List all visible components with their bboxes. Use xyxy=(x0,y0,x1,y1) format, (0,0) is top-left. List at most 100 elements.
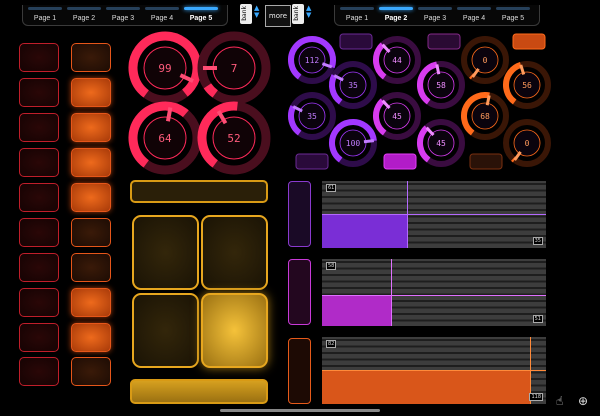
xy-pad-magenta[interactable]: 58 51 xyxy=(322,259,546,326)
orange-pad[interactable] xyxy=(71,253,111,282)
knob-value: 68 xyxy=(480,112,490,121)
red-pad[interactable] xyxy=(19,43,59,72)
xy-cursor-horizontal xyxy=(322,214,546,215)
bank-label: bank xyxy=(241,6,248,21)
tab-left-page-1[interactable]: Page 1 xyxy=(26,5,64,25)
more-button[interactable]: more xyxy=(265,5,291,27)
orange-pad[interactable] xyxy=(71,288,111,317)
tab-label: Page 2 xyxy=(72,15,96,22)
xy-cursor-vertical xyxy=(391,259,392,326)
knob-value: 52 xyxy=(227,132,240,145)
tab-label: Page 4 xyxy=(150,15,174,22)
red-pad[interactable] xyxy=(19,253,59,282)
bank-right-arrows-icon[interactable]: ▲ ▼ xyxy=(306,5,311,19)
red-pad[interactable] xyxy=(19,183,59,212)
knob[interactable]: 64 xyxy=(128,93,210,180)
pointer-hand-icon[interactable]: ☝ xyxy=(556,394,563,408)
xy-bottom-value: 118 xyxy=(529,393,543,401)
knob[interactable]: 45 xyxy=(412,114,471,173)
knob-value: 35 xyxy=(307,112,317,121)
knob-value: 0 xyxy=(525,139,530,148)
yellow-bottom-slider[interactable] xyxy=(130,379,268,404)
red-pad[interactable] xyxy=(19,78,59,107)
xy-pad-orange[interactable]: 82 118 xyxy=(322,337,546,404)
orange-pad[interactable] xyxy=(71,323,111,352)
tab-label: Page 4 xyxy=(462,15,486,22)
knob[interactable]: 45 xyxy=(368,87,427,146)
magenta-vertical-fader[interactable] xyxy=(288,259,311,325)
knob-value: 0 xyxy=(483,56,488,65)
tab-label: Page 3 xyxy=(423,15,447,22)
right-tab-bar: Page 1 Page 2 Page 3 Page 4 Page 5 xyxy=(334,5,540,26)
yellow-pad[interactable] xyxy=(201,215,268,290)
xy-fill xyxy=(322,295,391,326)
yellow-horizontal-slider[interactable] xyxy=(130,180,268,203)
knob[interactable]: 7 xyxy=(189,30,273,113)
tab-right-page-2[interactable]: Page 2 xyxy=(377,5,415,25)
tab-label: Page 1 xyxy=(33,15,57,22)
purple-vertical-fader[interactable] xyxy=(288,181,311,247)
home-indicator xyxy=(220,409,380,412)
bank-right-button[interactable]: bank xyxy=(292,4,304,24)
knob[interactable]: 99 xyxy=(128,30,210,113)
tab-right-page-3[interactable]: Page 3 xyxy=(416,5,454,25)
orange-pad[interactable] xyxy=(71,218,111,247)
xy-cursor-horizontal xyxy=(322,370,546,371)
xy-top-value: 82 xyxy=(326,340,337,348)
bank-label: bank xyxy=(293,6,300,21)
red-pad[interactable] xyxy=(19,357,59,386)
xy-top-value: 58 xyxy=(326,262,337,270)
orange-pad[interactable] xyxy=(71,113,111,142)
knob-value: 7 xyxy=(231,62,238,75)
knob-value: 100 xyxy=(346,139,361,148)
orange-pad[interactable] xyxy=(71,43,111,72)
orange-pad[interactable] xyxy=(71,78,111,107)
knob-value: 99 xyxy=(158,62,171,75)
tab-left-page-2[interactable]: Page 2 xyxy=(65,5,103,25)
red-pad[interactable] xyxy=(19,323,59,352)
tab-left-page-3[interactable]: Page 3 xyxy=(104,5,142,25)
knob-value: 112 xyxy=(305,56,320,65)
yellow-pad[interactable] xyxy=(132,215,199,290)
xy-top-value: 61 xyxy=(326,184,337,192)
left-knob-group: 99 7 64 52 xyxy=(128,30,273,180)
tab-label: Page 5 xyxy=(189,15,213,22)
knob-value: 44 xyxy=(392,56,402,65)
tab-right-page-4[interactable]: Page 4 xyxy=(455,5,493,25)
xy-bottom-value: 35 xyxy=(532,237,543,245)
orange-pad[interactable] xyxy=(71,357,111,386)
red-pad[interactable] xyxy=(19,113,59,142)
tab-label: Page 1 xyxy=(345,15,369,22)
orange-pad[interactable] xyxy=(71,148,111,177)
tab-label: Page 2 xyxy=(384,15,408,22)
tab-right-page-1[interactable]: Page 1 xyxy=(338,5,376,25)
yellow-pad[interactable] xyxy=(132,293,199,368)
tab-left-page-4[interactable]: Page 4 xyxy=(143,5,181,25)
xy-fill xyxy=(322,214,407,248)
tab-label: Page 3 xyxy=(111,15,135,22)
knob-value: 45 xyxy=(436,139,446,148)
knob-value: 35 xyxy=(348,81,358,90)
tab-right-page-5[interactable]: Page 5 xyxy=(494,5,532,25)
orange-vertical-fader[interactable] xyxy=(288,338,311,404)
xy-pad-purple[interactable]: 61 35 xyxy=(322,181,546,248)
bank-left-arrows-icon[interactable]: ▲ ▼ xyxy=(254,5,259,19)
xy-bottom-value: 51 xyxy=(532,315,543,323)
knob-value: 64 xyxy=(158,132,172,145)
tab-left-page-5[interactable]: Page 5 xyxy=(182,5,220,25)
left-tab-bar: Page 1 Page 2 Page 3 Page 4 Page 5 xyxy=(22,5,228,26)
orange-pad[interactable] xyxy=(71,183,111,212)
yellow-pad[interactable] xyxy=(201,293,268,368)
tab-label: Page 5 xyxy=(501,15,525,22)
bank-left-button[interactable]: bank xyxy=(240,4,252,24)
knob[interactable]: 52 xyxy=(189,93,273,180)
knob-value: 45 xyxy=(392,112,402,121)
red-pad[interactable] xyxy=(19,218,59,247)
xy-cursor-horizontal xyxy=(322,295,546,296)
knob-value: 58 xyxy=(436,81,446,90)
red-pad[interactable] xyxy=(19,148,59,177)
red-pad[interactable] xyxy=(19,288,59,317)
xy-fill xyxy=(322,370,530,404)
knob-value: 56 xyxy=(522,81,532,90)
zoom-icon[interactable]: ⊕ xyxy=(578,394,588,408)
